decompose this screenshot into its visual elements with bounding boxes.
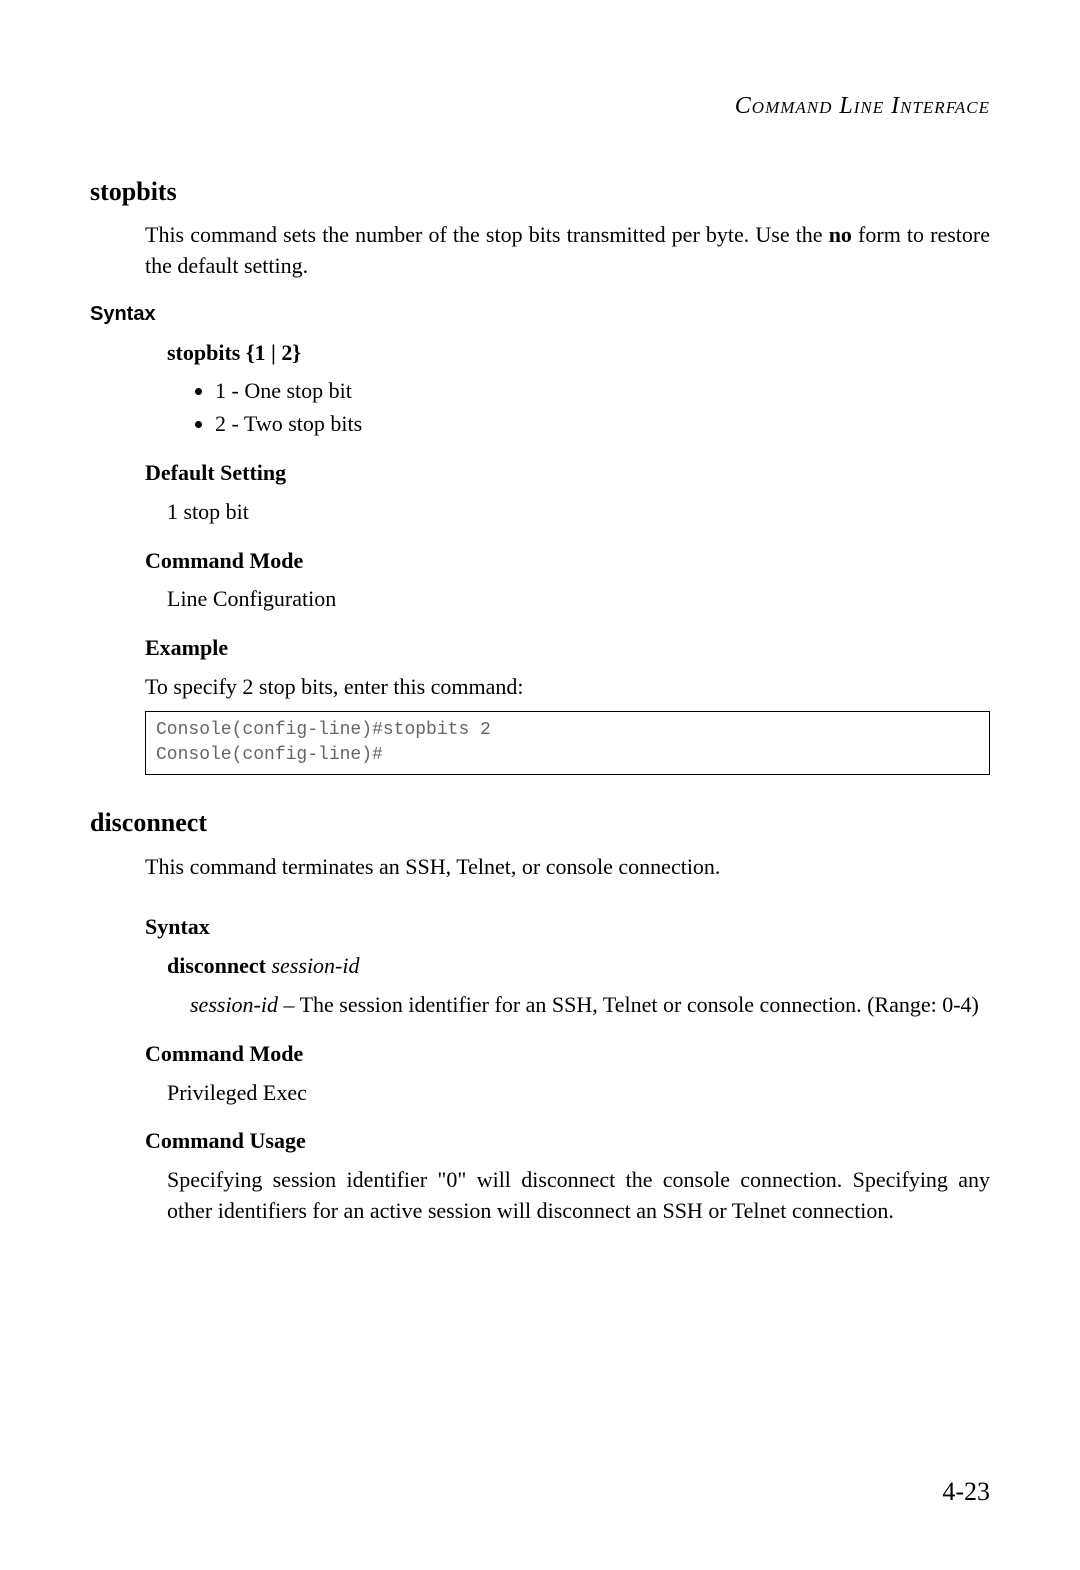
stopbits-options: 1 - One stop bit 2 - Two stop bits — [215, 376, 990, 440]
disconnect-intro: This command terminates an SSH, Telnet, … — [145, 852, 990, 883]
page-number: 4-23 — [942, 1474, 990, 1510]
list-item: 2 - Two stop bits — [215, 409, 990, 440]
disconnect-title: disconnect — [90, 805, 990, 841]
list-item: 1 - One stop bit — [215, 376, 990, 407]
disconnect-syntax: disconnect session-id — [167, 951, 990, 982]
syntax-cmd-rest: {1 | 2} — [240, 340, 301, 365]
default-setting-value: 1 stop bit — [167, 497, 990, 528]
stopbits-intro: This command sets the number of the stop… — [145, 220, 990, 282]
example-text: To specify 2 stop bits, enter this comma… — [145, 672, 990, 703]
command-mode-label-2: Command Mode — [145, 1039, 990, 1070]
syntax-label: Syntax — [90, 300, 990, 328]
code-example: Console(config-line)#stopbits 2 Console(… — [145, 711, 990, 775]
page-header: Command Line Interface — [90, 90, 990, 124]
default-setting-label: Default Setting — [145, 458, 990, 489]
stopbits-title: stopbits — [90, 174, 990, 210]
command-usage-label: Command Usage — [145, 1126, 990, 1157]
syntax-cmd-ital: session-id — [272, 953, 360, 978]
example-label: Example — [145, 633, 990, 664]
syntax-label-2: Syntax — [145, 912, 990, 943]
command-mode-label: Command Mode — [145, 546, 990, 577]
param-rest: – The session identifier for an SSH, Tel… — [278, 992, 979, 1017]
intro-text-pre: This command sets the number of the stop… — [145, 222, 829, 247]
disconnect-param: session-id – The session identifier for … — [190, 990, 990, 1021]
command-mode-value: Line Configuration — [167, 584, 990, 615]
syntax-cmd-bold-2: disconnect — [167, 953, 266, 978]
command-mode-value-2: Privileged Exec — [167, 1078, 990, 1109]
param-ital: session-id — [190, 992, 278, 1017]
stopbits-syntax: stopbits {1 | 2} — [167, 338, 990, 369]
syntax-cmd-bold: stopbits — [167, 340, 240, 365]
intro-bold: no — [829, 222, 852, 247]
command-usage-text: Specifying session identifier "0" will d… — [167, 1165, 990, 1227]
